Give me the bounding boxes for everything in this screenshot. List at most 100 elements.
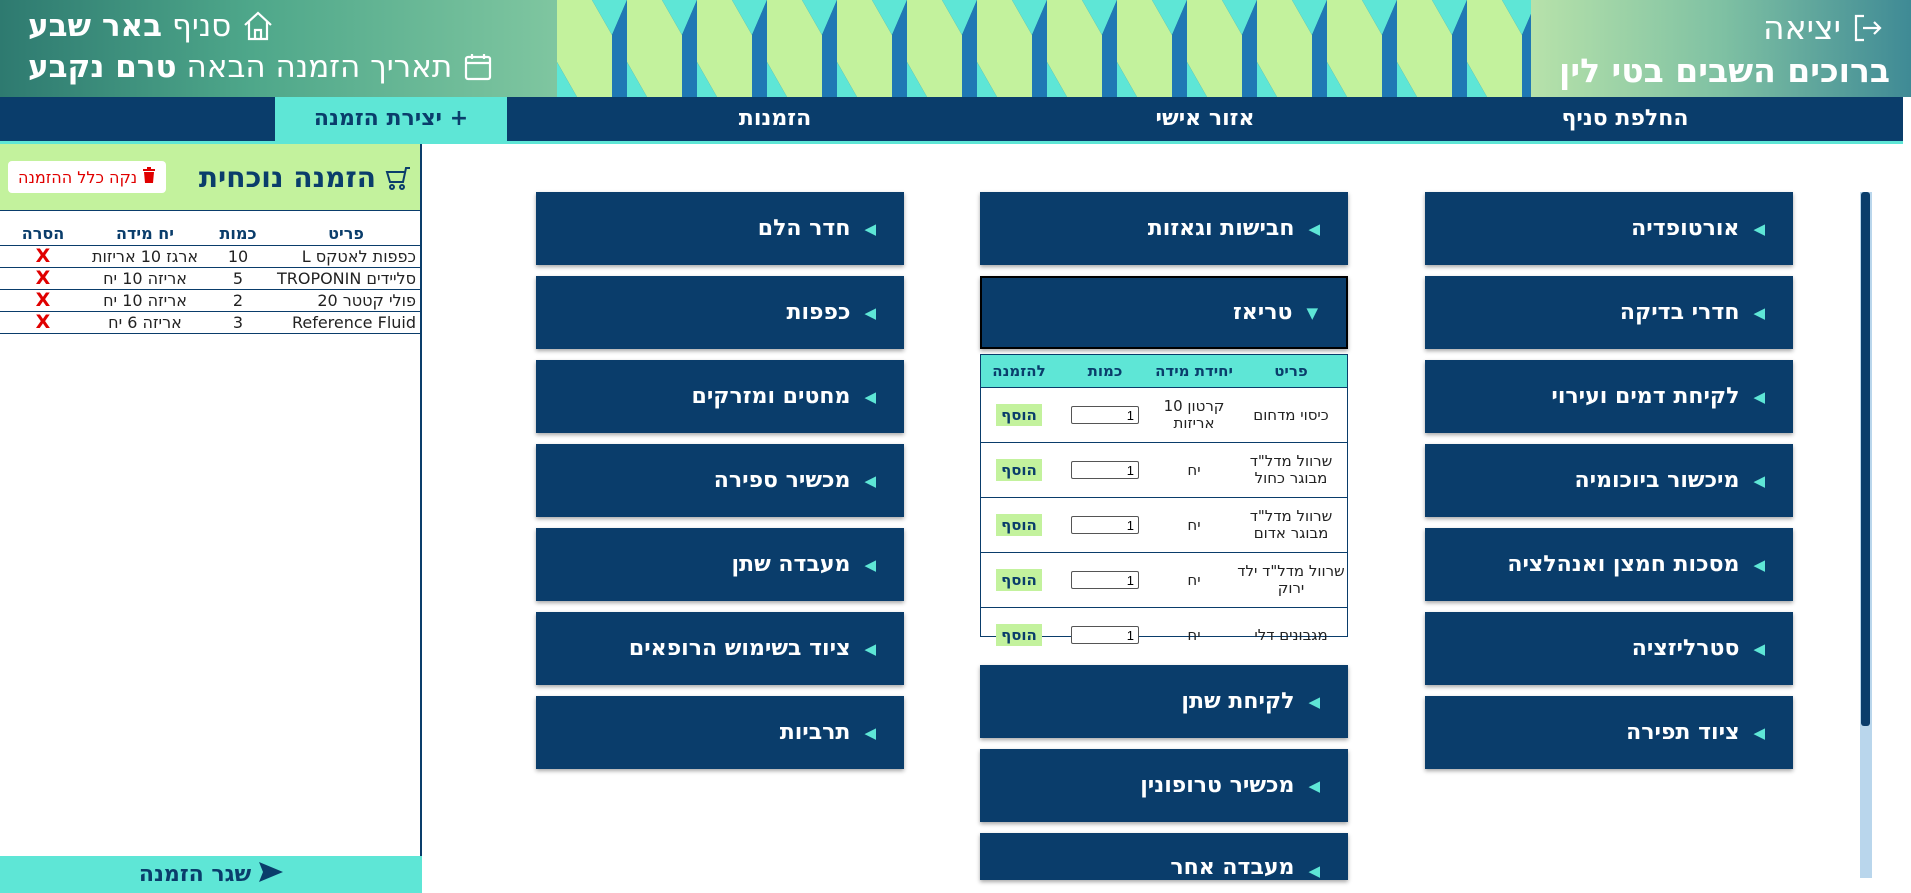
triage-unit: יח	[1153, 552, 1235, 608]
category-urine-collection[interactable]: ◀ לקיחת שתן	[980, 665, 1348, 738]
add-to-order-button[interactable]: הוסף	[996, 624, 1042, 646]
chevron-right-icon: ◀	[1753, 639, 1765, 658]
category-oxygen-masks[interactable]: ◀ מסכות חמצן ואנהלציה	[1425, 528, 1793, 601]
order-unit: ארגז 10 אריזות	[86, 245, 204, 268]
category-label: טריאז	[1232, 300, 1293, 325]
next-order-value: טרם נקבע	[28, 49, 177, 85]
chevron-right-icon: ◀	[864, 219, 876, 238]
category-orthopedics[interactable]: ◀ אורטופדיה	[1425, 192, 1793, 265]
scrollbar-thumb[interactable]	[1861, 192, 1870, 726]
chevron-right-icon: ◀	[1308, 776, 1320, 795]
header-pattern	[557, 0, 1531, 97]
remove-item-button[interactable]: X	[36, 311, 51, 333]
category-troponin-device[interactable]: ◀ מכשיר טרופונין	[980, 749, 1348, 822]
nav-branch-switch[interactable]: החלפת סניף	[1440, 97, 1810, 141]
remove-item-button[interactable]: X	[36, 289, 51, 311]
category-label: מעבדה אחר	[1170, 855, 1295, 880]
order-item: כפפות לאטקס L	[272, 245, 420, 268]
order-table-header: פריט כמות יח מידה הסרה	[0, 221, 420, 246]
branch-prefix: סניף	[172, 8, 232, 44]
add-to-order-button[interactable]: הוסף	[996, 404, 1042, 426]
chevron-right-icon: ◀	[864, 387, 876, 406]
category-shock-room[interactable]: ◀ חדר הלם	[536, 192, 904, 265]
chevron-right-icon: ◀	[864, 723, 876, 742]
order-qty: 2	[204, 289, 272, 312]
category-biochem-device[interactable]: ◀ מיכשור ביוכומיה	[1425, 444, 1793, 517]
col-add: להזמנה	[981, 355, 1057, 388]
current-order-title: הזמנה נוכחית	[199, 161, 412, 194]
chevron-right-icon: ◀	[1753, 219, 1765, 238]
category-label: חבישות וגאזות	[1147, 216, 1295, 241]
nav-personal-area[interactable]: אזור אישי	[1020, 97, 1390, 141]
col-qty: כמות	[204, 221, 272, 246]
col-remove: הסרה	[0, 221, 86, 246]
order-row: כפפות לאטקס L 10 ארגז 10 אריזות X	[0, 245, 420, 268]
triage-table-header: פריט יחידת מידה כמות להזמנה	[981, 355, 1347, 388]
add-to-order-button[interactable]: הוסף	[996, 459, 1042, 481]
category-counter-device[interactable]: ◀ מכשיר ספירה	[536, 444, 904, 517]
category-bandages[interactable]: ◀ חבישות וגאזות	[980, 192, 1348, 265]
col-item: פריט	[272, 221, 420, 246]
order-item: Reference Fluid	[272, 311, 420, 334]
triage-item: שרוול מדל"ד ילד ירוק	[1235, 552, 1347, 608]
category-label: ציוד בשימוש הרופאים	[628, 636, 851, 661]
category-other-lab[interactable]: ◀ מעבדה אחר	[980, 833, 1348, 880]
trash-icon	[142, 167, 156, 187]
triage-row: שרוול מדל"ד מבוגר אדום יח הוסף	[981, 497, 1347, 553]
category-exam-rooms[interactable]: ◀ חדרי בדיקה	[1425, 276, 1793, 349]
calendar-icon	[462, 51, 494, 83]
add-to-order-button[interactable]: הוסף	[996, 514, 1042, 536]
category-cultures[interactable]: ◀ תרביות	[536, 696, 904, 769]
triage-unit: יח	[1153, 497, 1235, 553]
chevron-right-icon: ◀	[1308, 862, 1320, 880]
chevron-down-icon: ▼	[1306, 303, 1318, 322]
category-needles-syringes[interactable]: ◀ מחטים ומזרקים	[536, 360, 904, 433]
submit-order-button[interactable]: שגר הזמנה	[0, 856, 422, 893]
chevron-right-icon: ◀	[1753, 387, 1765, 406]
category-gloves[interactable]: ◀ כפפות	[536, 276, 904, 349]
category-label: ציוד תפירה	[1626, 720, 1740, 745]
triage-row: שרוול מדל"ד ילד ירוק יח הוסף	[981, 552, 1347, 608]
remove-item-button[interactable]: X	[36, 267, 51, 289]
category-label: כפפות	[786, 300, 851, 325]
logout-label: יציאה	[1763, 8, 1841, 47]
category-label: מסכות חמצן ואנהלציה	[1507, 552, 1740, 577]
category-label: תרביות	[779, 720, 851, 745]
main-nav: החלפת סניף אזור אישי הזמנות + יצירת הזמנ…	[0, 97, 1903, 144]
col-unit: יח מידה	[86, 221, 204, 246]
nav-create-order[interactable]: + יצירת הזמנה	[275, 97, 507, 141]
category-label: חדרי בדיקה	[1619, 300, 1740, 325]
quantity-input[interactable]	[1070, 516, 1139, 534]
submit-order-label: שגר הזמנה	[138, 862, 252, 887]
add-to-order-button[interactable]: הוסף	[996, 569, 1042, 591]
triage-row: כיסוי מדחום קרטון 10 אריזות הוסף	[981, 387, 1347, 443]
quantity-input[interactable]	[1070, 571, 1139, 589]
category-suture-supplies[interactable]: ◀ ציוד תפירה	[1425, 696, 1793, 769]
category-triage[interactable]: ▼ טריאז	[980, 276, 1348, 349]
chevron-right-icon: ◀	[1753, 471, 1765, 490]
quantity-input[interactable]	[1070, 461, 1139, 479]
order-table: פריט כמות יח מידה הסרה כפפות לאטקס L 10 …	[0, 221, 420, 334]
chevron-right-icon: ◀	[864, 639, 876, 658]
category-urine-lab[interactable]: ◀ מעבדה שתן	[536, 528, 904, 601]
category-sterilization[interactable]: ◀ סטרליזציה	[1425, 612, 1793, 685]
remove-item-button[interactable]: X	[36, 245, 51, 267]
send-icon	[259, 861, 284, 888]
chevron-right-icon: ◀	[1753, 723, 1765, 742]
order-row: סליידים TROPONIN 5 אריזה 10 יח X	[0, 267, 420, 290]
category-label: לקיחת דמים ועירוי	[1551, 384, 1740, 409]
quantity-input[interactable]	[1070, 406, 1139, 424]
clear-order-label: נקה כלל ההזמנה	[18, 167, 138, 187]
category-label: חדר הלם	[757, 216, 851, 241]
category-blood-infusion[interactable]: ◀ לקיחת דמים ועירוי	[1425, 360, 1793, 433]
chevron-right-icon: ◀	[864, 303, 876, 322]
quantity-input[interactable]	[1070, 626, 1139, 644]
logout-icon	[1851, 12, 1883, 44]
category-physician-equipment[interactable]: ◀ ציוד בשימוש הרופאים	[536, 612, 904, 685]
clear-order-button[interactable]: נקה כלל ההזמנה	[8, 161, 167, 193]
triage-row: מגבונים דלי יח הוסף	[981, 607, 1347, 662]
nav-orders[interactable]: הזמנות	[590, 97, 960, 141]
logout-link[interactable]: יציאה	[1763, 8, 1883, 47]
order-unit: אריזה 6 יח	[86, 311, 204, 334]
category-label: מיכשור ביוכומיה	[1574, 468, 1740, 493]
